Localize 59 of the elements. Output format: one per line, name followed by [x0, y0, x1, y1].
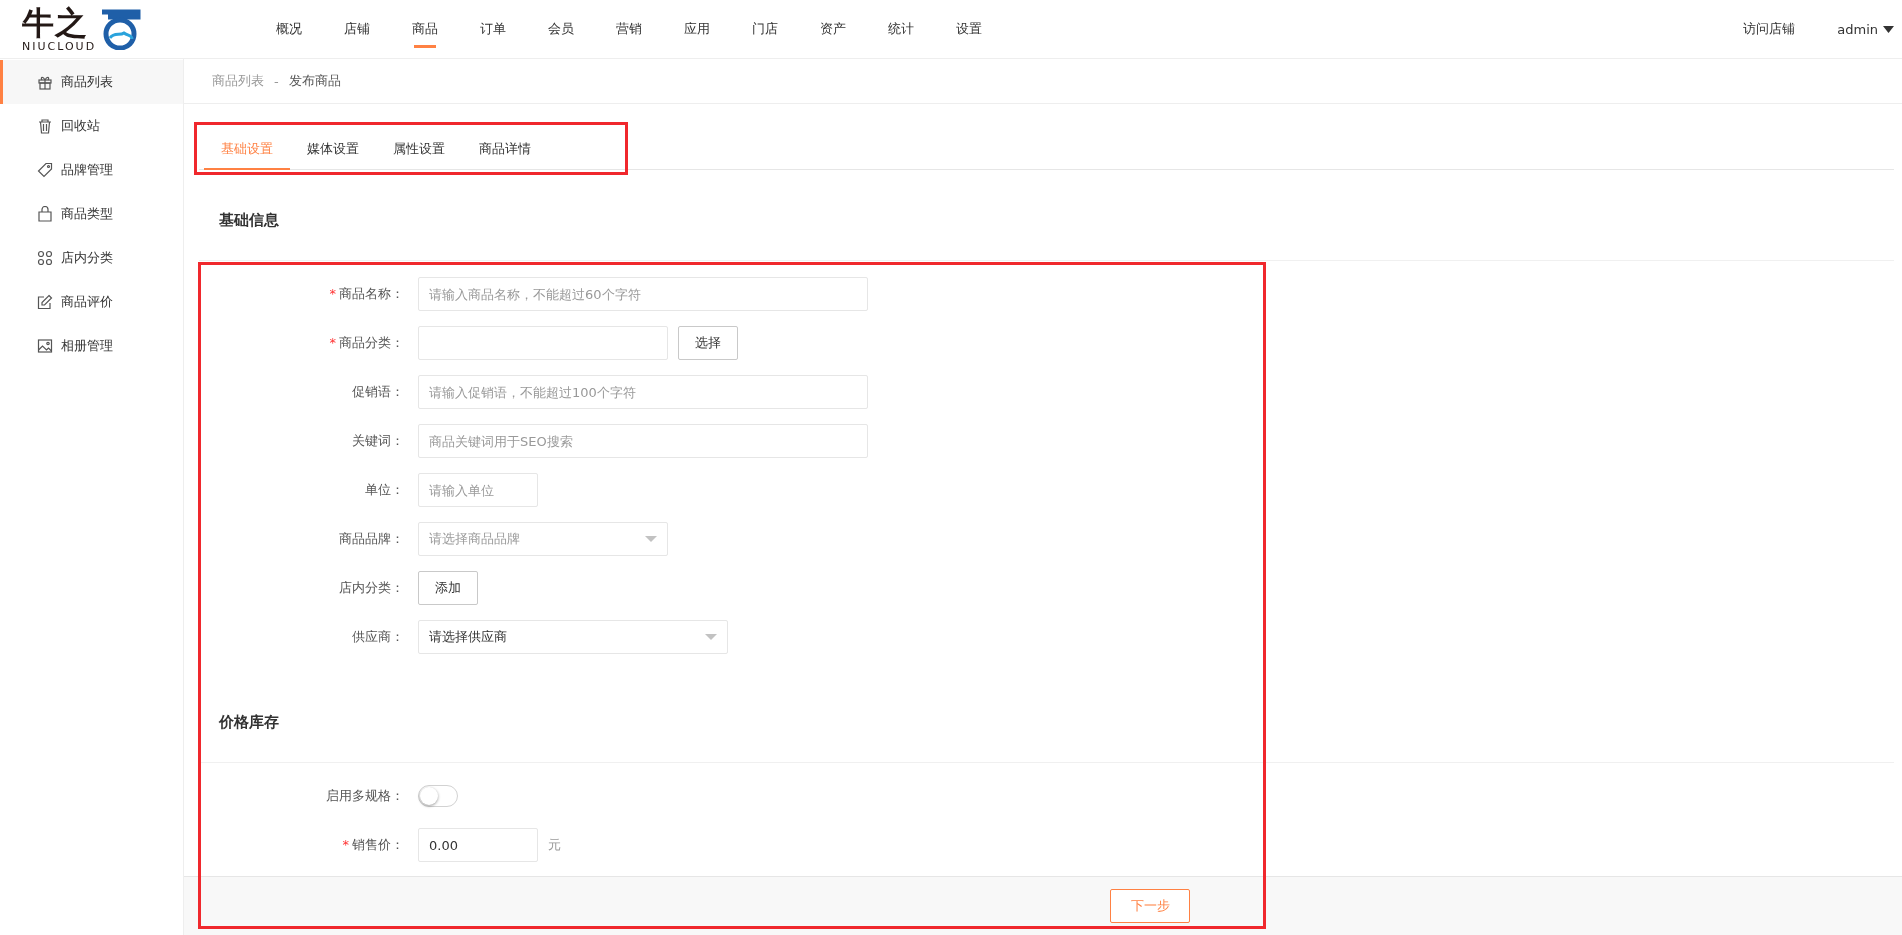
field-label: 商品品牌：	[338, 530, 405, 548]
nav-tab[interactable]: 统计	[867, 0, 935, 58]
grid-icon	[37, 250, 53, 266]
nav-tab[interactable]: 资产	[799, 0, 867, 58]
text-input-field[interactable]: 请输入单位	[418, 473, 538, 507]
sidebar-item[interactable]: 店内分类	[0, 236, 183, 280]
nav-tab[interactable]: 店铺	[323, 0, 391, 58]
field-label: * 商品分类：	[328, 334, 405, 352]
toggle-switch[interactable]	[418, 785, 458, 807]
user-menu[interactable]: admin	[1837, 21, 1894, 37]
select-button[interactable]: 选择	[678, 326, 738, 360]
add-button[interactable]: 添加	[418, 571, 478, 605]
breadcrumb-current: 发布商品	[288, 72, 341, 90]
text-input-field[interactable]: 请输入促销语，不能超过100个字符	[418, 375, 868, 409]
category-input-field[interactable]	[418, 326, 668, 360]
image-icon	[37, 338, 53, 354]
tab[interactable]: 媒体设置	[290, 130, 376, 170]
dropdown-select[interactable]: 请选择供应商	[418, 620, 728, 654]
tag-icon	[37, 162, 53, 178]
gift-icon	[37, 74, 53, 90]
sidebar-item[interactable]: 回收站	[0, 104, 183, 148]
text-input-field[interactable]: 0.00	[418, 828, 538, 862]
unit-label: 元	[548, 836, 561, 854]
trash-icon	[37, 118, 53, 134]
niucloud-logo[interactable]: 牛之 NIUCLOUD	[22, 6, 255, 52]
field-label: 单位：	[364, 481, 405, 499]
nav-tab[interactable]: 门店	[731, 0, 799, 58]
sidebar-item[interactable]: 商品列表	[0, 60, 183, 104]
shopping-bag-icon	[37, 206, 53, 222]
field-label: 供应商：	[351, 628, 405, 646]
nav-tab[interactable]: 概况	[255, 0, 323, 58]
nav-tab[interactable]: 营销	[595, 0, 663, 58]
visit-store-link[interactable]: 访问店铺	[1743, 20, 1796, 38]
nav-tab[interactable]: 会员	[527, 0, 595, 58]
caret-down-icon	[1883, 25, 1894, 33]
field-label: 店内分类：	[338, 579, 405, 597]
tab[interactable]: 属性设置	[376, 130, 462, 170]
field-label: * 商品名称：	[328, 285, 405, 303]
section-title: 基础信息	[199, 180, 1894, 261]
section-title: 价格库存	[199, 682, 1894, 763]
breadcrumb-separator: -	[274, 73, 279, 89]
field-label: 关键词：	[351, 432, 405, 450]
sidebar-item[interactable]: 商品评价	[0, 280, 183, 324]
nav-tab[interactable]: 应用	[663, 0, 731, 58]
nav-tab[interactable]: 商品	[391, 0, 459, 58]
field-label: 启用多规格：	[325, 787, 405, 805]
text-input-field[interactable]: 请输入商品名称，不能超过60个字符	[418, 277, 868, 311]
field-label: 促销语：	[351, 383, 405, 401]
tab[interactable]: 商品详情	[462, 130, 548, 170]
nav-tab[interactable]: 设置	[935, 0, 1003, 58]
sidebar-item[interactable]: 商品类型	[0, 192, 183, 236]
field-label: * 销售价：	[341, 836, 405, 854]
dropdown-caret-icon	[645, 535, 657, 543]
dropdown-caret-icon	[705, 633, 717, 641]
nav-tab[interactable]: 订单	[459, 0, 527, 58]
sidebar-item[interactable]: 品牌管理	[0, 148, 183, 192]
sidebar-item[interactable]: 相册管理	[0, 324, 183, 368]
edit-icon	[37, 294, 53, 310]
text-input-field[interactable]: 商品关键词用于SEO搜索	[418, 424, 868, 458]
